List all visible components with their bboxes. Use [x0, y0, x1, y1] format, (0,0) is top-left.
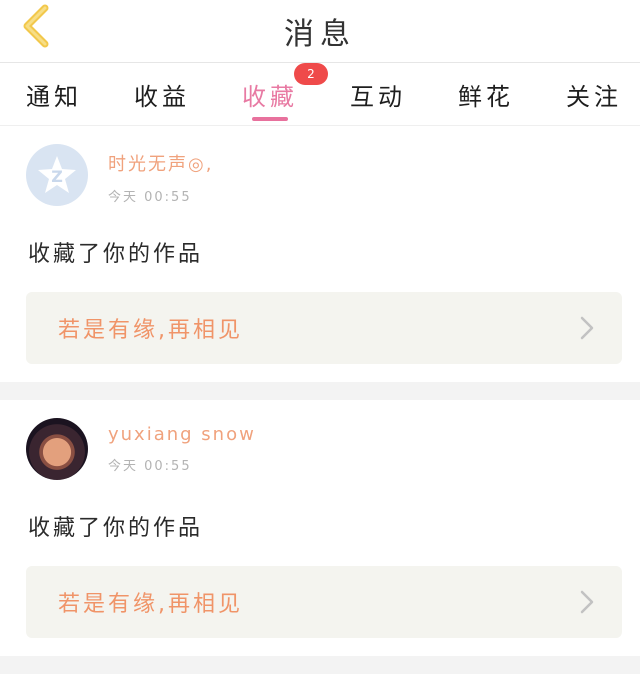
- active-tab-indicator: [252, 117, 288, 121]
- tab-following[interactable]: 关注: [566, 63, 622, 125]
- tab-label: 通知: [26, 82, 82, 111]
- username[interactable]: 时光无声◎,: [108, 150, 213, 176]
- timestamp: 今天 00:55: [108, 190, 192, 205]
- user-row: yuxiang snow 今天 00:55: [26, 418, 622, 480]
- chevron-right-icon: [580, 590, 594, 614]
- separator: [0, 382, 640, 400]
- tab-flowers[interactable]: 鲜花: [458, 63, 514, 125]
- message-card: Z 时光无声◎, 今天 00:55 收藏了你的作品 若是有缘,再相见: [0, 126, 640, 382]
- timestamp: 今天 00:55: [108, 459, 192, 474]
- back-button[interactable]: [14, 4, 58, 48]
- user-meta: yuxiang snow 今天 00:55: [108, 418, 256, 474]
- action-text: 收藏了你的作品: [28, 242, 204, 267]
- work-title: 若是有缘,再相见: [58, 592, 243, 617]
- tab-label: 关注: [566, 82, 622, 111]
- action-text: 收藏了你的作品: [28, 516, 204, 541]
- page-title: 消息: [284, 17, 356, 52]
- tab-earnings[interactable]: 收益: [134, 63, 190, 125]
- tab-label: 收藏: [242, 82, 298, 111]
- chevron-left-icon: [23, 4, 49, 48]
- tab-label: 鲜花: [458, 82, 514, 111]
- message-card: yuxiang snow 今天 00:55 收藏了你的作品 若是有缘,再相见: [0, 400, 640, 656]
- unread-badge: 2: [294, 63, 328, 85]
- work-link[interactable]: 若是有缘,再相见: [26, 292, 622, 364]
- work-title: 若是有缘,再相见: [58, 318, 243, 343]
- avatar[interactable]: Z: [26, 144, 88, 206]
- username[interactable]: yuxiang snow: [108, 424, 256, 445]
- tab-label: 收益: [134, 82, 190, 111]
- separator: [0, 656, 640, 674]
- tab-label: 互动: [350, 82, 406, 111]
- tab-favorites[interactable]: 收藏 2: [242, 63, 328, 125]
- avatar[interactable]: [26, 418, 88, 480]
- qzone-star-icon: Z: [38, 156, 76, 193]
- user-meta: 时光无声◎, 今天 00:55: [108, 144, 213, 205]
- tab-bar: 通知 收益 收藏 2 互动 鲜花 关注: [0, 63, 640, 126]
- tab-notifications[interactable]: 通知: [26, 63, 82, 125]
- svg-text:Z: Z: [51, 167, 63, 186]
- chevron-right-icon: [580, 316, 594, 340]
- header: 消息: [0, 0, 640, 63]
- work-link[interactable]: 若是有缘,再相见: [26, 566, 622, 638]
- user-row: Z 时光无声◎, 今天 00:55: [26, 144, 622, 206]
- tab-interactions[interactable]: 互动: [350, 63, 406, 125]
